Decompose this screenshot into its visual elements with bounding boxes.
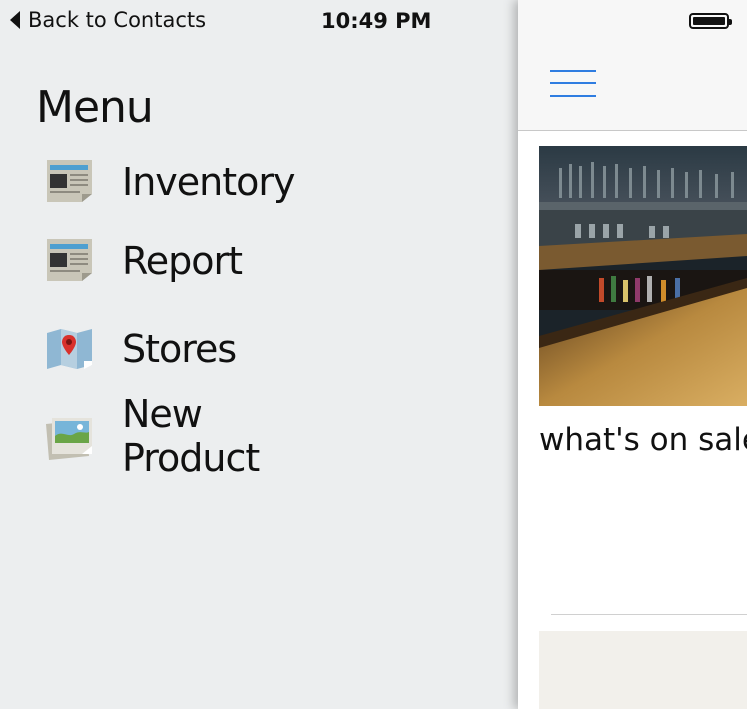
- card-title[interactable]: what's on sale: [539, 422, 747, 458]
- menu-item-report[interactable]: Report: [44, 233, 243, 289]
- back-arrow-icon: [10, 11, 20, 29]
- menu-item-label: Report: [122, 239, 243, 283]
- photo-icon: [44, 412, 96, 460]
- bar-photo[interactable]: [539, 146, 747, 406]
- map-pin-icon: [44, 325, 96, 373]
- divider: [551, 614, 747, 615]
- menu-title: Menu: [36, 82, 154, 133]
- menu-item-label: Stores: [122, 327, 237, 371]
- menu-item-stores[interactable]: Stores: [44, 321, 237, 377]
- hamburger-menu-icon[interactable]: [550, 68, 596, 100]
- menu-item-inventory[interactable]: Inventory: [44, 154, 296, 210]
- newspaper-icon: [44, 237, 96, 285]
- menu-item-label: New Product: [122, 392, 260, 480]
- menu-item-label: Inventory: [122, 160, 296, 204]
- back-label: Back to Contacts: [28, 8, 207, 32]
- menu-item-new-product[interactable]: New Product: [44, 392, 260, 480]
- content-panel: what's on sale: [518, 0, 747, 709]
- newspaper-icon: [44, 158, 96, 206]
- battery-icon: [689, 13, 732, 29]
- next-card-image[interactable]: [539, 631, 747, 709]
- back-to-contacts-link[interactable]: Back to Contacts: [10, 8, 206, 32]
- status-bar: Back to Contacts 10:49 PM: [0, 0, 518, 44]
- clock: 10:49 PM: [321, 9, 432, 33]
- nav-bar: [518, 0, 747, 131]
